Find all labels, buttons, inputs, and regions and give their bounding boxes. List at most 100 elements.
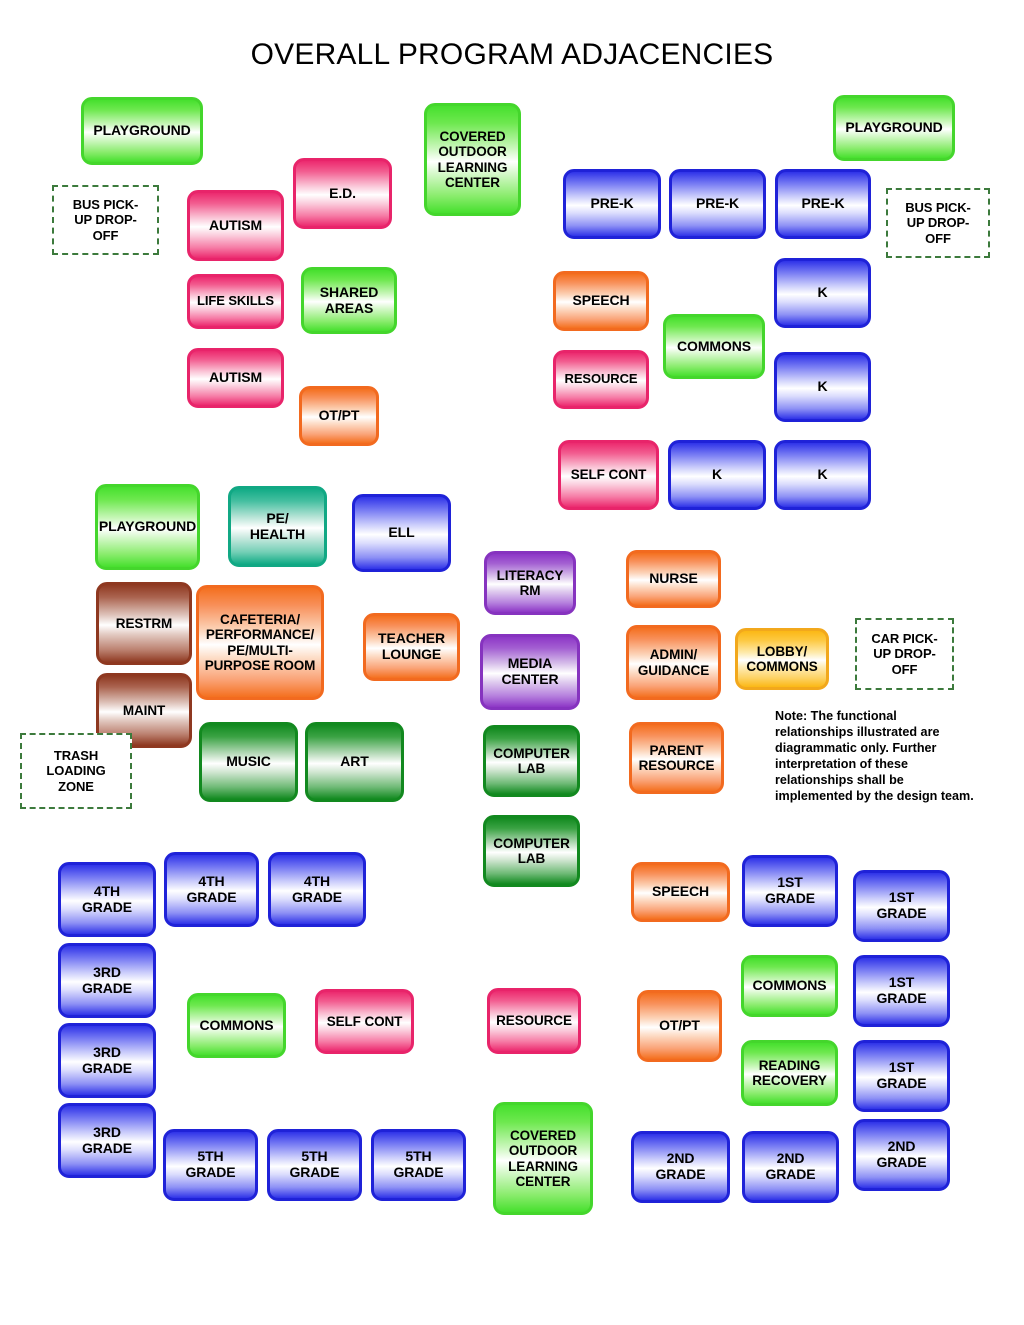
program-box-self-cont-2[interactable]: SELF CONT (315, 989, 414, 1054)
program-box-pe-health[interactable]: PE/ HEALTH (228, 486, 327, 567)
program-box-ed[interactable]: E.D. (293, 158, 392, 229)
program-box-ot-pt-1[interactable]: OT/PT (299, 386, 379, 446)
program-box-art[interactable]: ART (305, 722, 404, 802)
program-box-covered-2[interactable]: COVERED OUTDOOR LEARNING CENTER (493, 1102, 593, 1215)
program-box-label: 2ND GRADE (655, 1150, 706, 1182)
program-box-grade-1-4[interactable]: 1ST GRADE (853, 1040, 950, 1112)
program-box-grade-1-1[interactable]: 1ST GRADE (742, 855, 838, 927)
program-box-grade-4-2[interactable]: 4TH GRADE (164, 852, 259, 927)
program-box-label: MEDIA CENTER (501, 655, 559, 687)
zone-box-label: CAR PICK- UP DROP- OFF (871, 631, 938, 677)
program-box-grade-2-1[interactable]: 2ND GRADE (631, 1131, 730, 1203)
program-box-label: K (817, 378, 828, 395)
program-box-pre-k-3[interactable]: PRE-K (775, 169, 871, 239)
program-box-label: 1ST GRADE (876, 974, 927, 1006)
program-box-label: 5TH GRADE (185, 1148, 236, 1180)
program-box-label: 2ND GRADE (876, 1138, 927, 1170)
program-box-label: SPEECH (652, 883, 709, 900)
program-box-grade-5-1[interactable]: 5TH GRADE (163, 1129, 258, 1201)
program-box-label: 3RD GRADE (81, 1123, 133, 1156)
program-box-grade-1-2[interactable]: 1ST GRADE (853, 870, 950, 942)
program-box-resource-1[interactable]: RESOURCE (553, 350, 649, 409)
program-box-grade-2-3[interactable]: 2ND GRADE (853, 1119, 950, 1191)
program-box-grade-5-2[interactable]: 5TH GRADE (267, 1129, 362, 1201)
program-box-grade-5-3[interactable]: 5TH GRADE (371, 1129, 466, 1201)
program-box-k-2[interactable]: K (774, 352, 871, 422)
program-box-label: COMPUTER LAB (493, 745, 570, 776)
program-box-k-1[interactable]: K (774, 258, 871, 328)
program-box-computer-lab-1[interactable]: COMPUTER LAB (483, 725, 580, 797)
program-box-restrm[interactable]: RESTRM (96, 582, 192, 665)
zone-box-label: BUS PICK- UP DROP- OFF (905, 200, 971, 246)
program-box-commons-1[interactable]: COMMONS (663, 314, 765, 379)
program-box-parent-resource[interactable]: PARENT RESOURCE (629, 722, 724, 794)
zone-box-bus-pickup-2[interactable]: BUS PICK- UP DROP- OFF (886, 188, 990, 258)
program-box-teacher-lounge[interactable]: TEACHER LOUNGE (363, 613, 460, 681)
program-box-label: PLAYGROUND (93, 122, 191, 139)
program-box-label: PE/ HEALTH (249, 509, 306, 542)
program-box-speech-2[interactable]: SPEECH (631, 862, 730, 922)
program-box-resource-2[interactable]: RESOURCE (487, 988, 581, 1054)
program-box-label: 2ND GRADE (765, 1150, 816, 1182)
program-box-label: ART (340, 753, 369, 770)
program-box-self-cont-1[interactable]: SELF CONT (558, 440, 659, 510)
program-box-grade-3-1[interactable]: 3RD GRADE (58, 943, 156, 1018)
program-box-nurse[interactable]: NURSE (626, 550, 721, 608)
program-box-music[interactable]: MUSIC (199, 722, 298, 802)
program-box-grade-3-3[interactable]: 3RD GRADE (58, 1103, 156, 1178)
program-box-label: COMMONS (677, 337, 751, 354)
program-box-k-4[interactable]: K (774, 440, 871, 510)
program-box-autism-1[interactable]: AUTISM (187, 190, 284, 261)
program-box-literacy-rm[interactable]: LITERACY RM (484, 551, 576, 615)
program-box-playground-1[interactable]: PLAYGROUND (81, 97, 203, 165)
program-box-covered-1[interactable]: COVERED OUTDOOR LEARNING CENTER (424, 103, 521, 216)
program-box-cafeteria[interactable]: CAFETERIA/ PERFORMANCE/ PE/MULTI- PURPOS… (196, 585, 324, 700)
program-box-label: AUTISM (208, 369, 263, 386)
program-box-k-3[interactable]: K (668, 440, 766, 510)
program-box-playground-3[interactable]: PLAYGROUND (95, 484, 200, 570)
program-box-commons-3[interactable]: COMMONS (741, 955, 838, 1017)
zone-box-bus-pickup-1[interactable]: BUS PICK- UP DROP- OFF (52, 185, 159, 255)
program-box-autism-2[interactable]: AUTISM (187, 348, 284, 408)
program-box-grade-4-1[interactable]: 4TH GRADE (58, 862, 156, 937)
program-box-playground-2[interactable]: PLAYGROUND (833, 95, 955, 161)
program-box-label: AUTISM (208, 216, 263, 233)
program-box-label: ELL (388, 524, 415, 541)
program-box-grade-1-3[interactable]: 1ST GRADE (853, 955, 950, 1027)
program-box-label: RESOURCE (564, 371, 638, 387)
program-box-label: SHARED AREAS (319, 283, 379, 316)
program-box-commons-2[interactable]: COMMONS (187, 993, 286, 1058)
program-box-label: 1ST GRADE (764, 874, 816, 906)
program-box-label: NURSE (649, 570, 698, 587)
program-box-pre-k-1[interactable]: PRE-K (563, 169, 661, 239)
program-box-label: SPEECH (572, 292, 630, 309)
program-box-label: 3RD GRADE (81, 963, 133, 996)
program-box-label: PLAYGROUND (845, 119, 943, 136)
program-box-grade-3-2[interactable]: 3RD GRADE (58, 1023, 156, 1098)
program-box-lobby-commons[interactable]: LOBBY/ COMMONS (735, 628, 829, 690)
program-box-ell[interactable]: ELL (352, 494, 451, 572)
program-adjacency-diagram: OVERALL PROGRAM ADJACENCIES PLAYGROUND AU… (0, 0, 1024, 1325)
program-box-label: E.D. (329, 184, 356, 201)
page-title: OVERALL PROGRAM ADJACENCIES (250, 38, 774, 71)
program-box-computer-lab-2[interactable]: COMPUTER LAB (483, 815, 580, 887)
program-box-reading-recovery[interactable]: READING RECOVERY (741, 1040, 838, 1106)
program-box-pre-k-2[interactable]: PRE-K (669, 169, 766, 239)
program-box-life-skills[interactable]: LIFE SKILLS (187, 274, 284, 329)
zone-box-car-pickup[interactable]: CAR PICK- UP DROP- OFF (855, 618, 954, 690)
program-box-shared-areas[interactable]: SHARED AREAS (301, 267, 397, 334)
program-box-grade-4-3[interactable]: 4TH GRADE (268, 852, 366, 927)
program-box-label: COMMONS (752, 977, 827, 994)
program-box-label: 5TH GRADE (289, 1148, 340, 1180)
program-box-label: 5TH GRADE (393, 1148, 444, 1180)
program-box-ot-pt-2[interactable]: OT/PT (637, 990, 722, 1062)
zone-box-trash-loading[interactable]: TRASH LOADING ZONE (20, 733, 132, 809)
program-box-label: 3RD GRADE (81, 1043, 133, 1076)
program-box-media-center[interactable]: MEDIA CENTER (480, 634, 580, 710)
program-box-label: K (817, 466, 828, 483)
program-box-label: TEACHER LOUNGE (378, 630, 445, 662)
program-box-grade-2-2[interactable]: 2ND GRADE (742, 1131, 839, 1203)
program-box-label: COVERED OUTDOOR LEARNING CENTER (508, 1128, 578, 1189)
program-box-admin-guidance[interactable]: ADMIN/ GUIDANCE (626, 625, 721, 700)
program-box-speech-1[interactable]: SPEECH (553, 271, 649, 331)
